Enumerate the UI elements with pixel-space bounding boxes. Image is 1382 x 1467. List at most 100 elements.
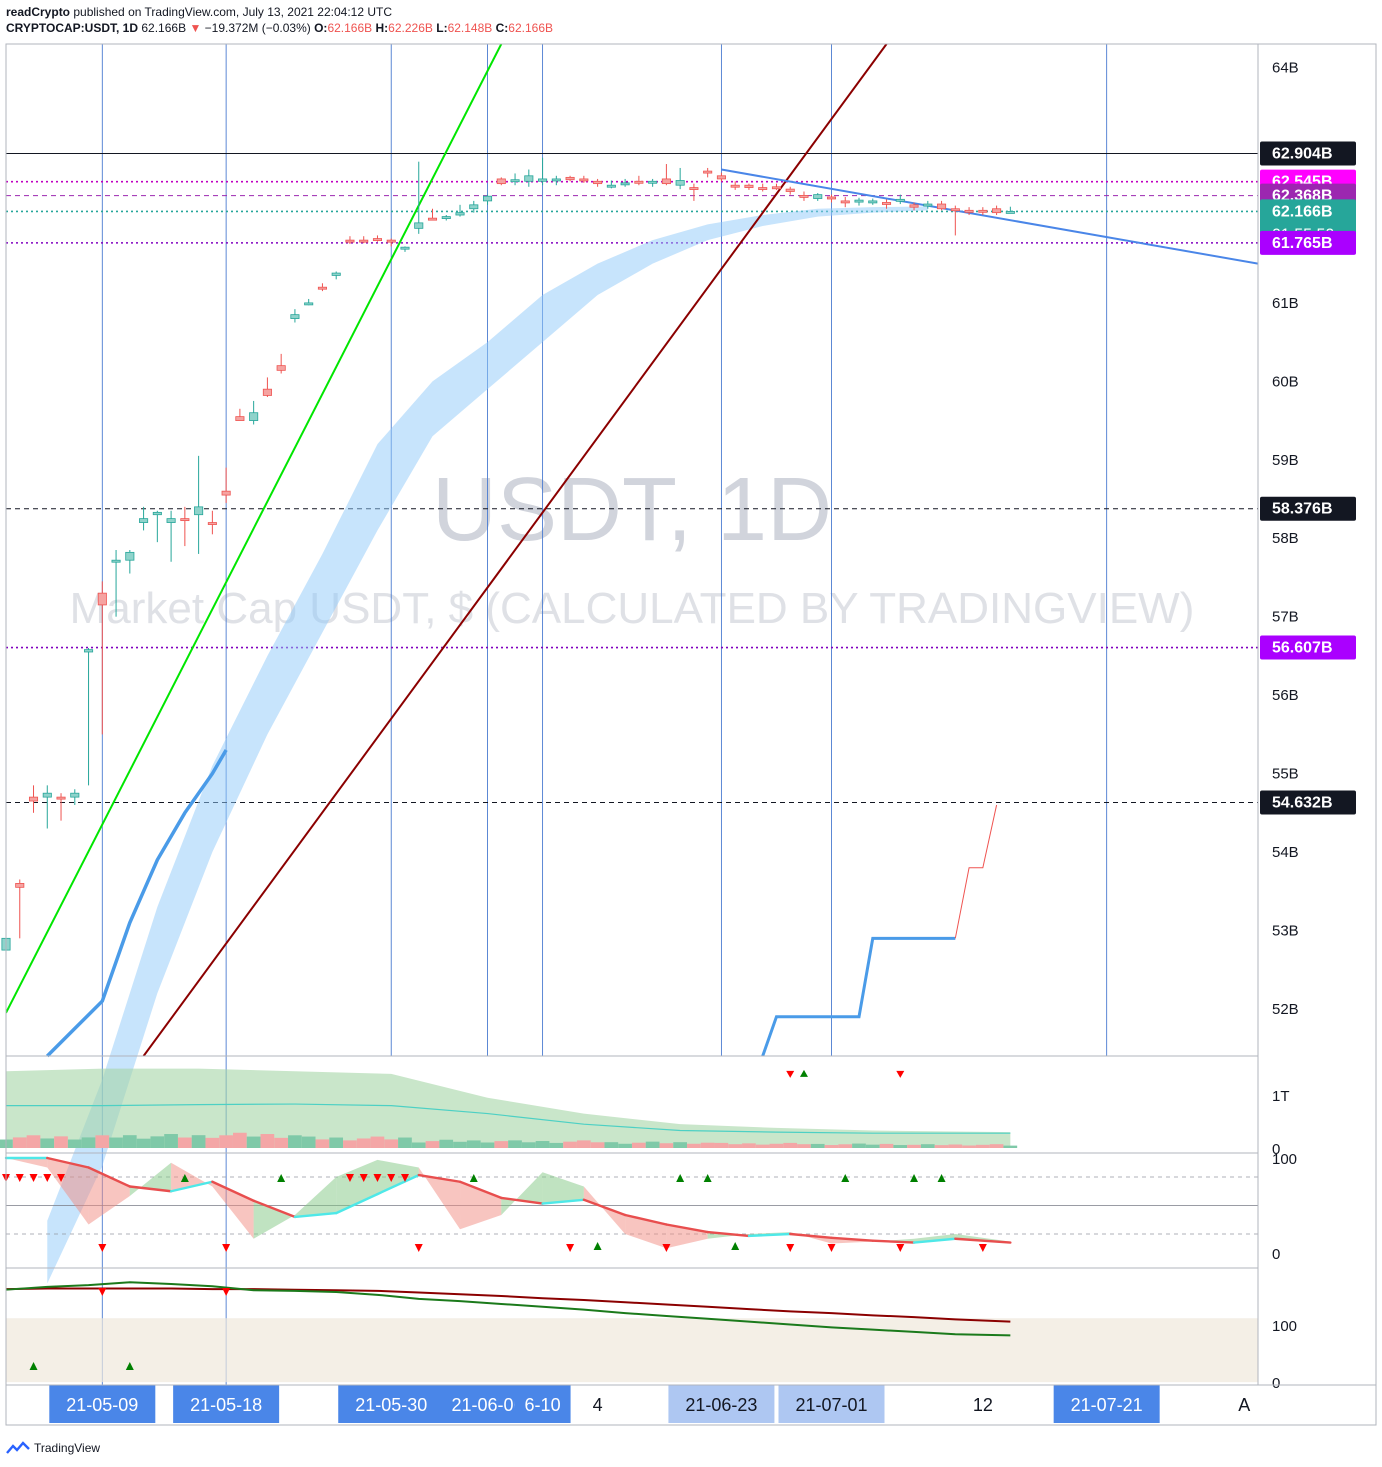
- oscillator-axis-tick: 0: [1272, 1246, 1280, 1263]
- candle-body: [758, 187, 768, 190]
- volume-bar: [95, 1135, 110, 1148]
- candle-body: [235, 416, 245, 421]
- volume-bar: [453, 1141, 467, 1148]
- candle-body: [675, 180, 685, 186]
- volume-bar: [411, 1142, 426, 1148]
- low-label: L:: [436, 21, 448, 35]
- volume-bar: [356, 1138, 371, 1148]
- oscillator-fill: [253, 1200, 295, 1239]
- candle-body: [331, 272, 341, 276]
- volume-bar: [288, 1135, 302, 1148]
- publish-line: readCrypto published on TradingView.com,…: [6, 4, 1376, 20]
- oscillator-sell-marker: [786, 1244, 795, 1252]
- volume-bar: [1003, 1145, 1018, 1148]
- candle-body: [923, 203, 933, 207]
- candle-body: [744, 184, 754, 188]
- candle-body: [469, 204, 479, 210]
- close-label: C:: [495, 21, 509, 35]
- symbol-label[interactable]: CRYPTOCAP:USDT, 1D: [6, 21, 138, 35]
- tradingview-logo-icon[interactable]: [6, 1441, 30, 1455]
- volume-band: [6, 1068, 1011, 1148]
- candle-body: [317, 286, 327, 290]
- candle-body: [854, 199, 864, 203]
- candle-body: [56, 796, 66, 800]
- candle-body: [593, 180, 603, 185]
- volume-bar: [494, 1141, 509, 1148]
- volume-bar: [177, 1137, 192, 1148]
- oscillator-sell-marker: [29, 1174, 38, 1182]
- price-tag-label: 58.376B: [1272, 501, 1333, 518]
- volume-bar: [466, 1140, 481, 1148]
- volume-bar: [370, 1136, 385, 1148]
- price-axis-tick: 56B: [1272, 687, 1299, 704]
- price-axis-tick: 54B: [1272, 844, 1299, 861]
- candle-body: [937, 203, 947, 210]
- author-name[interactable]: readCrypto: [6, 5, 70, 19]
- candle-body: [689, 187, 699, 190]
- volume-bar: [590, 1142, 605, 1148]
- volume-bar: [12, 1137, 27, 1148]
- volume-bar: [205, 1137, 220, 1148]
- oscillator-line: [582, 1198, 627, 1217]
- third-pane[interactable]: [5, 1267, 1258, 1383]
- volume-bar: [425, 1141, 440, 1148]
- oscillator-sell-marker: [43, 1174, 52, 1182]
- volume-bar: [920, 1144, 935, 1148]
- candle-body: [84, 649, 94, 653]
- price-axis[interactable]: 64B 61B 60B 59B 58B 57B 56B 55B 54B 53B 52B 1T 0 100 0…: [1272, 60, 1299, 1393]
- price-tag-label: 62.166B: [1272, 203, 1333, 220]
- watermark-description: Market Cap USDT, $ (CALCULATED BY TRADIN…: [70, 584, 1195, 633]
- volume-bar: [769, 1143, 784, 1148]
- candle-body: [496, 178, 506, 185]
- time-axis-label: 21-05-18: [190, 1395, 262, 1415]
- candle-body: [813, 194, 823, 199]
- volume-bar: [439, 1139, 454, 1148]
- volume-bar: [824, 1145, 839, 1148]
- candle-body: [139, 518, 149, 523]
- volume-bar: [948, 1144, 963, 1148]
- candle-body: [180, 518, 190, 522]
- footer-brand[interactable]: TradingView: [34, 1441, 100, 1455]
- candle-body: [992, 208, 1002, 214]
- oscillator-pane[interactable]: [2, 1152, 1258, 1252]
- volume-bar: [742, 1143, 756, 1148]
- volume-bar: [260, 1134, 275, 1148]
- candle-body: [826, 196, 837, 200]
- time-axis-label: 4: [593, 1395, 603, 1415]
- candle-body: [551, 178, 561, 182]
- footer: TradingView: [6, 1438, 100, 1458]
- candle-body: [1005, 211, 1015, 214]
- candle-body: [249, 412, 259, 421]
- candle-body: [194, 506, 204, 516]
- volume-bar: [150, 1136, 165, 1148]
- volume-bar: [604, 1142, 619, 1148]
- price-axis-tick: 53B: [1272, 922, 1299, 939]
- candle-body: [304, 302, 314, 306]
- volume-bar: [879, 1143, 894, 1148]
- candle-body: [455, 212, 465, 216]
- step-line: [761, 936, 956, 1057]
- candle-body: [964, 209, 974, 213]
- third-pane-sell-marker: [98, 1288, 107, 1296]
- candle-body: [400, 246, 410, 250]
- oscillator-fill: [583, 1186, 626, 1234]
- volume-bar: [563, 1141, 577, 1148]
- oscillator-fill: [294, 1177, 337, 1217]
- volume-bar: [191, 1135, 206, 1148]
- volume-bar: [755, 1144, 770, 1148]
- candle-body: [606, 184, 616, 188]
- oscillator-buy-marker: [841, 1174, 850, 1182]
- time-axis[interactable]: 21-05-09 21-05-18 21-05-30 21-06-06 6-10 4 21-…: [49, 1385, 1250, 1423]
- oscillator-buy-marker: [469, 1174, 478, 1182]
- volume-bar: [797, 1144, 811, 1148]
- candle-body: [716, 175, 726, 180]
- candle-body: [661, 178, 671, 185]
- candle-body: [97, 592, 107, 606]
- outer-border: [5, 43, 1377, 1426]
- volume-bar: [109, 1137, 123, 1148]
- volume-pane[interactable]: [0, 1055, 1258, 1148]
- volume-bar: [975, 1144, 990, 1148]
- oscillator-sell-marker: [662, 1244, 671, 1252]
- volume-bar: [645, 1141, 660, 1148]
- third-pane-axis-tick: 100: [1272, 1318, 1297, 1335]
